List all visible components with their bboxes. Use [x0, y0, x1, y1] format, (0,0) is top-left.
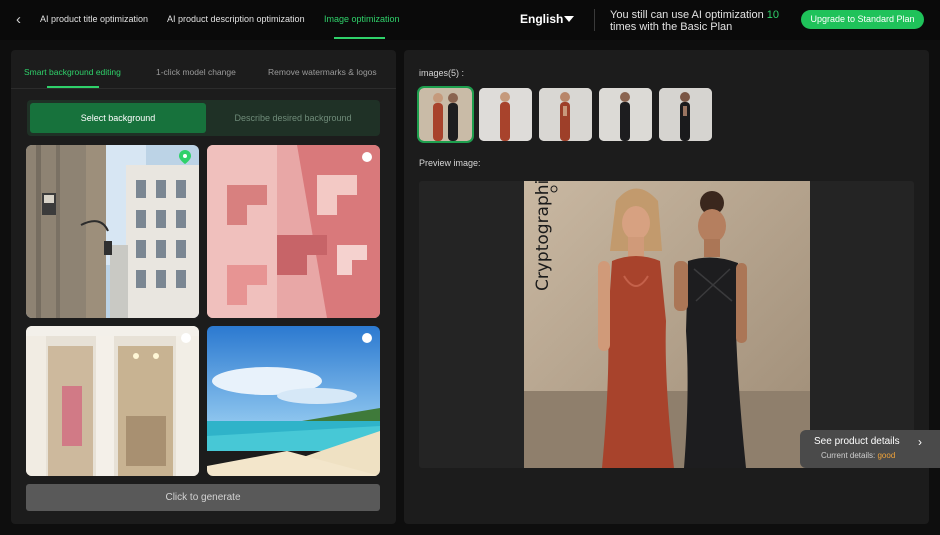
thumbnail-red-dress-front[interactable]	[479, 88, 532, 141]
select-background-button[interactable]: Select background	[30, 103, 206, 133]
generate-button[interactable]: Click to generate	[26, 484, 380, 511]
quota-prefix: You still can use AI optimization	[610, 9, 764, 21]
language-selector[interactable]: English	[520, 12, 563, 26]
subtab-model-change[interactable]: 1-click model change	[156, 67, 236, 77]
active-tab-underline	[334, 37, 385, 39]
watermark-text: Cryptographic	[533, 181, 553, 291]
tab-image-optimization[interactable]: Image optimization	[324, 14, 400, 24]
chevron-right-icon[interactable]: ›	[918, 435, 922, 449]
quota-count: 10	[766, 9, 779, 21]
thumbnail-black-dress-back[interactable]	[659, 88, 712, 141]
tab-ai-description-optimization[interactable]: AI product description optimization	[167, 14, 305, 24]
quota-text: You still can use AI optimization 10 tim…	[610, 9, 790, 33]
current-details-label: Current details:	[821, 451, 876, 460]
background-option-white-storefront[interactable]	[26, 326, 199, 476]
quota-suffix: times with the Basic Plan	[610, 21, 733, 33]
divider	[11, 88, 396, 89]
tropical-beach-image	[207, 326, 380, 476]
thumbnail-two-models[interactable]	[417, 86, 474, 143]
describe-background-button[interactable]: Describe desired background	[209, 103, 377, 133]
paris-street-image	[26, 145, 199, 318]
preview-image-label: Preview image:	[419, 158, 481, 168]
images-count-label: images(5) :	[419, 68, 465, 78]
current-details-status: Current details: good	[821, 451, 895, 460]
thumbnail-red-dress-back[interactable]	[539, 88, 592, 141]
map-pin-icon	[179, 150, 191, 164]
preview-image: Cryptographic	[524, 181, 810, 468]
product-details-card[interactable]: See product details › Current details: g…	[800, 430, 940, 468]
see-product-details-link[interactable]: See product details	[814, 436, 900, 447]
subtab-remove-watermarks[interactable]: Remove watermarks & logos	[268, 67, 377, 77]
chevron-left-icon[interactable]: ‹	[16, 10, 32, 30]
preview-area: Cryptographic	[419, 181, 914, 468]
current-details-value: good	[877, 451, 896, 460]
two-models-photo: Cryptographic	[524, 181, 810, 468]
background-option-tropical-beach[interactable]	[207, 326, 380, 476]
background-option-pink-stairs[interactable]	[207, 145, 380, 318]
radio-unselected[interactable]	[181, 333, 191, 343]
subtab-smart-background-editing[interactable]: Smart background editing	[24, 67, 121, 77]
background-mode-toggle: Select background Describe desired backg…	[27, 100, 380, 136]
caret-down-icon[interactable]	[564, 16, 574, 22]
pink-stairs-image	[207, 145, 380, 318]
background-editor-panel: Smart background editing 1-click model c…	[11, 50, 396, 524]
divider	[594, 9, 595, 31]
top-bar: ‹ AI product title optimization AI produ…	[0, 0, 940, 40]
radio-unselected[interactable]	[362, 152, 372, 162]
background-option-paris-street[interactable]	[26, 145, 199, 318]
white-storefront-image	[26, 326, 199, 476]
radio-unselected[interactable]	[362, 333, 372, 343]
tab-ai-title-optimization[interactable]: AI product title optimization	[40, 14, 148, 24]
upgrade-button[interactable]: Upgrade to Standard Plan	[801, 10, 924, 29]
thumbnail-black-dress-front[interactable]	[599, 88, 652, 141]
